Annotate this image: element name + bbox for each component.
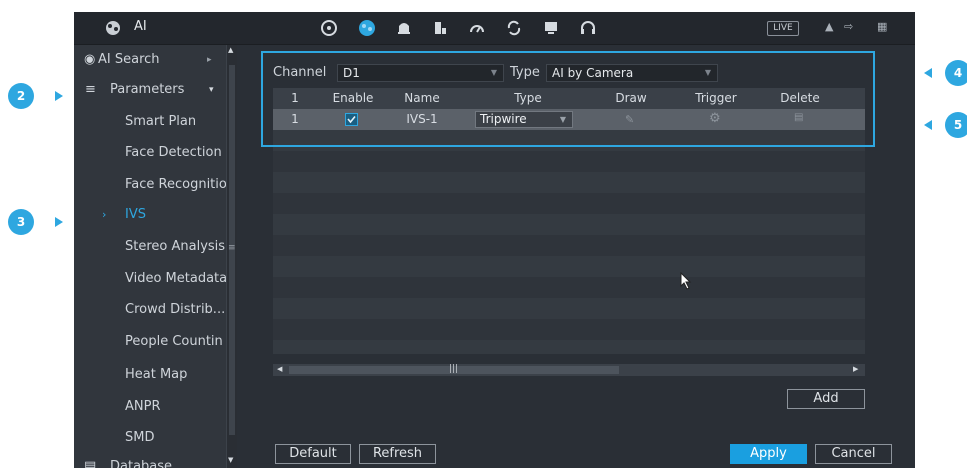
mouse-cursor-icon [680,271,692,294]
sidebar-item-label: IVS [125,207,146,222]
user-icon[interactable]: ▲ [825,20,833,33]
sidebar-item-label: Parameters [110,82,185,97]
refresh-button[interactable]: Refresh [359,444,436,464]
default-button[interactable]: Default [275,444,351,464]
monitor-icon[interactable] [541,18,561,38]
scroll-grip-icon: ≡ [228,243,236,253]
sidebar-item-people-counting[interactable]: People Countin [74,327,226,357]
empty-row [273,298,865,319]
sync-icon[interactable] [504,18,524,38]
sidebar-item-anpr[interactable]: ANPR [74,392,226,422]
cancel-button[interactable]: Cancel [815,444,892,464]
chevron-down-icon: ▾ [209,85,214,95]
callout-badge-2: 2 [8,83,34,109]
storage-icon[interactable] [430,18,450,38]
empty-row [273,319,865,340]
empty-row [273,256,865,277]
sidebar-item-stereo-analysis[interactable]: Stereo Analysis [74,232,226,262]
ai-module-icon[interactable] [357,18,377,38]
scroll-right-icon[interactable]: ▶ [853,365,858,373]
database-icon: ▤ [84,459,97,468]
sidebar-item-face-detection[interactable]: Face Detection [74,138,226,168]
top-bar: AI LIVE ▲ ⇨ ▦ [74,12,915,45]
callout-arrow-2 [55,91,63,101]
shutdown-menu-icon[interactable]: ⇨ [844,20,853,33]
scroll-up-icon[interactable]: ▲ [228,46,233,54]
live-button[interactable]: LIVE [767,21,799,36]
callout-badge-5: 5 [945,112,967,138]
empty-row [273,193,865,214]
empty-row [273,277,865,298]
empty-row [273,235,865,256]
scroll-left-icon[interactable]: ◀ [277,365,282,373]
list-icon: ≡ [85,82,96,97]
sidebar-item-parameters[interactable]: ≡ Parameters ▾ [74,75,226,105]
empty-row [273,151,865,172]
callout-highlight-box [261,51,875,147]
sidebar-item-heat-map[interactable]: Heat Map [74,360,226,390]
sidebar-item-ivs[interactable]: › IVS [74,200,226,230]
empty-row [273,340,865,354]
app-window: AI LIVE ▲ ⇨ ▦ ◉ AI Search ▸ ≡ Parameters… [74,12,915,468]
chevron-right-icon: ▸ [207,55,212,65]
ai-brain-icon [104,19,122,41]
empty-row [273,214,865,235]
camera-live-icon[interactable] [319,18,339,38]
empty-row [273,172,865,193]
chevron-right-icon: › [102,208,107,221]
gauge-icon[interactable] [467,18,487,38]
table-horizontal-scrollbar[interactable]: ◀ ||| ▶ [273,364,865,376]
sidebar-item-crowd-distribution[interactable]: Crowd Distrib... [74,295,226,325]
apply-button[interactable]: Apply [730,444,807,464]
scroll-grip-icon: ||| [449,364,459,374]
callout-arrow-4 [924,68,932,78]
headset-icon[interactable] [578,18,598,38]
app-title: AI [134,19,147,34]
sidebar-item-smd[interactable]: SMD [74,423,226,453]
sidebar-scrollbar[interactable]: ▲ ≡ ▼ [226,45,237,468]
sidebar-item-video-metadata[interactable]: Video Metadata [74,264,226,294]
sidebar-item-label: Database [110,459,173,468]
sidebar-item-face-recognition[interactable]: Face Recognitio [74,170,226,200]
callout-arrow-5 [924,120,932,130]
callout-badge-4: 4 [945,60,967,86]
ai-search-icon: ◉ [84,52,96,67]
scroll-down-icon[interactable]: ▼ [228,456,233,464]
sidebar-item-smart-plan[interactable]: Smart Plan [74,107,226,137]
sidebar-item-database[interactable]: ▤ Database [74,452,226,468]
add-button[interactable]: Add [787,389,865,409]
grid-icon[interactable]: ▦ [877,20,887,33]
callout-badge-3: 3 [8,209,34,235]
sidebar-item-label: AI Search [98,52,160,67]
callout-arrow-3 [55,217,63,227]
alarm-bell-icon[interactable] [394,18,414,38]
sidebar-item-ai-search[interactable]: ◉ AI Search ▸ [74,45,226,75]
